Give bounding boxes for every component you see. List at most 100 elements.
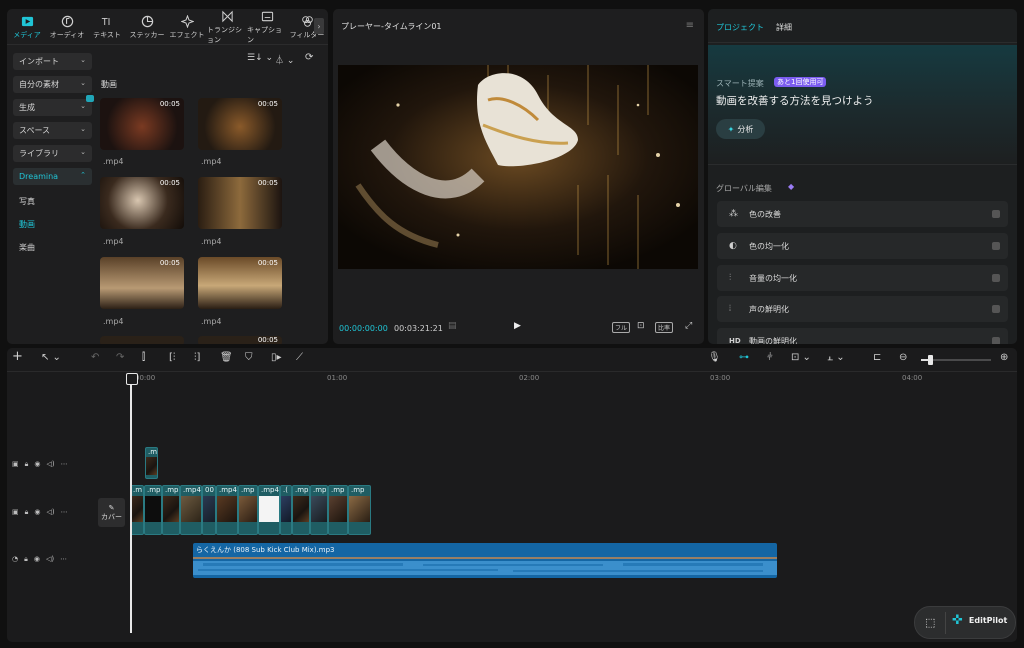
tab-media[interactable]: メディア — [7, 9, 47, 45]
trim-right-icon[interactable]: ⫶] — [194, 352, 200, 363]
audio-clip[interactable]: らくえんか (808 Sub Kick Club Mix).mp3 — [193, 543, 777, 578]
main-clip[interactable]: .mp4 — [216, 485, 238, 535]
main-clip[interactable]: .mp — [328, 485, 348, 535]
sidebar-space-button[interactable]: スペース ⌄ — [13, 122, 92, 139]
redo-icon[interactable]: ↷ — [116, 352, 124, 363]
add-track-button[interactable]: + — [12, 349, 23, 364]
main-clip[interactable]: .mp4 — [258, 485, 280, 535]
media-thumbnail[interactable]: 00:05 — [198, 257, 282, 309]
global-edit-video-enhance[interactable]: HD 動画の鮮明化 — [717, 328, 1008, 344]
media-thumbnail[interactable]: 00:05 — [100, 257, 184, 309]
main-clip[interactable]: 00 — [202, 485, 216, 535]
sidebar-dreamina-button[interactable]: Dreamina ⌃ — [13, 168, 92, 185]
eye-icon[interactable]: ◉ — [34, 555, 40, 563]
main-clip[interactable]: .mp — [238, 485, 258, 535]
refresh-icon[interactable]: ⟳ — [305, 52, 313, 63]
play-button[interactable]: ▶ — [514, 321, 521, 331]
select-tool-icon[interactable]: ↖ ⌄ — [41, 352, 61, 363]
microphone-icon[interactable]: 🎙 — [708, 352, 721, 363]
zoom-fit-icon[interactable]: ⊡ — [637, 321, 645, 331]
sidebar-item-video[interactable]: 動画 — [19, 219, 35, 230]
sidebar-item-photo[interactable]: 写真 — [19, 196, 35, 207]
main-clip[interactable]: .mp — [348, 485, 371, 535]
tab-sticker[interactable]: ステッカー — [127, 9, 167, 45]
screen-icon[interactable]: ⊏ — [873, 352, 881, 363]
editpilot-button[interactable]: ✜ EditPilot — [952, 613, 1007, 628]
more-icon[interactable]: ⋯ — [60, 555, 67, 563]
more-icon[interactable]: ⋯ — [61, 508, 68, 516]
zoom-in-icon[interactable]: ⊕ — [1000, 352, 1008, 363]
cover-button[interactable]: ✎ カバー — [98, 498, 125, 527]
global-edit-voice-enhance[interactable]: ⦙ 声の鮮明化 — [717, 296, 1008, 322]
delete-icon[interactable]: 🗑 — [220, 352, 233, 363]
sidebar-import-button[interactable]: インポート ⌄ — [13, 53, 92, 70]
link-icon[interactable]: ⫩ — [767, 352, 773, 363]
sidebar-item-music[interactable]: 楽曲 — [19, 242, 35, 253]
media-thumbnail[interactable]: 00:05 — [198, 98, 282, 150]
media-thumbnail[interactable] — [100, 336, 184, 344]
main-clip[interactable]: .mp — [162, 485, 180, 535]
media-thumbnail[interactable]: 00:05 — [100, 98, 184, 150]
preview-axis-icon[interactable]: ⊡ ⌄ — [791, 352, 811, 363]
video-preview[interactable] — [338, 65, 698, 269]
menu-icon[interactable]: ≡ — [686, 20, 694, 31]
time-ruler[interactable]: 00:00 01:00 02:00 03:00 04:00 — [130, 373, 1017, 387]
sidebar-library-button[interactable]: ライブラリ ⌄ — [13, 145, 92, 162]
zoom-out-icon[interactable]: ⊖ — [899, 352, 907, 363]
global-edit-volume-normalize[interactable]: ⫶ 音量の均一化 — [717, 265, 1008, 291]
main-clip[interactable]: .( — [280, 485, 292, 535]
media-thumbnail[interactable]: 00:05 — [198, 336, 282, 344]
tab-caption[interactable]: キャプション — [247, 9, 287, 45]
full-quality-button[interactable]: フル — [612, 322, 631, 333]
tab-text[interactable]: TI テキスト — [87, 9, 127, 45]
split-icon[interactable]: ⫿ — [142, 352, 145, 363]
align-icon[interactable]: ⫠ ⌄ — [827, 352, 845, 363]
trim-left-icon[interactable]: [⫶ — [169, 352, 175, 363]
eye-icon[interactable]: ◉ — [34, 460, 40, 468]
main-clip[interactable]: .m — [130, 485, 144, 535]
zoom-slider-handle[interactable] — [928, 355, 933, 365]
main-clip[interactable]: .mp4 — [180, 485, 202, 535]
lock-icon[interactable]: 🔒︎ — [25, 508, 29, 517]
main-clip[interactable]: .mp — [310, 485, 328, 535]
main-clip[interactable]: .mp — [292, 485, 310, 535]
tab-audio[interactable]: オーディオ — [47, 9, 87, 45]
marker-icon[interactable]: ⛉ — [245, 352, 253, 363]
toggle[interactable] — [992, 305, 1000, 313]
screen-select-icon[interactable]: ⬚ — [925, 616, 935, 629]
sidebar-generate-button[interactable]: 生成 ⌄ — [13, 95, 94, 116]
fullscreen-icon[interactable]: ⤢ — [685, 321, 692, 331]
toggle[interactable] — [992, 337, 1000, 344]
analyze-button[interactable]: ✦ 分析 — [716, 119, 765, 139]
lock-icon[interactable]: 🔒︎ — [24, 555, 28, 564]
waveform-icon[interactable]: ▤ — [448, 321, 457, 331]
main-clip[interactable]: .mp — [144, 485, 162, 535]
magnet-snap-icon[interactable]: ⊶ — [739, 352, 749, 363]
tab-project[interactable]: プロジェクト — [716, 22, 764, 33]
speaker-icon[interactable]: ◁) — [46, 508, 54, 516]
tab-details[interactable]: 詳細 — [776, 22, 792, 33]
tab-transition[interactable]: トランジション — [207, 9, 247, 45]
ratio-button[interactable]: 比率 — [655, 322, 674, 333]
speaker-icon[interactable]: ◁) — [46, 555, 54, 563]
filter-dropdown-button[interactable]: ⏃ ⌄ — [275, 53, 294, 66]
media-thumbnail[interactable]: 00:05 — [198, 177, 282, 229]
toggle[interactable] — [992, 210, 1000, 218]
freeze-icon[interactable]: ▯▸ — [271, 352, 282, 363]
playhead[interactable] — [126, 373, 138, 633]
tab-effect[interactable]: エフェクト — [167, 9, 207, 45]
speaker-icon[interactable]: ◁) — [46, 460, 54, 468]
global-edit-color-match[interactable]: ◐ 色の均一化 — [717, 233, 1008, 259]
global-edit-color-enhance[interactable]: ⁂ 色の改善 — [717, 201, 1008, 227]
more-icon[interactable]: ⋯ — [61, 460, 68, 468]
magic-cut-icon[interactable]: ⟋ — [296, 352, 303, 363]
eye-icon[interactable]: ◉ — [34, 508, 40, 516]
toolbar-scroll-right-button[interactable]: › — [314, 18, 324, 34]
media-thumbnail[interactable]: 00:05 — [100, 177, 184, 229]
sidebar-my-assets-button[interactable]: 自分の素材 ⌄ — [13, 76, 92, 93]
overlay-clip[interactable]: .m — [145, 447, 158, 479]
lock-icon[interactable]: 🔒︎ — [25, 460, 29, 469]
toggle[interactable] — [992, 274, 1000, 282]
toggle[interactable] — [992, 242, 1000, 250]
undo-icon[interactable]: ↶ — [91, 352, 99, 363]
